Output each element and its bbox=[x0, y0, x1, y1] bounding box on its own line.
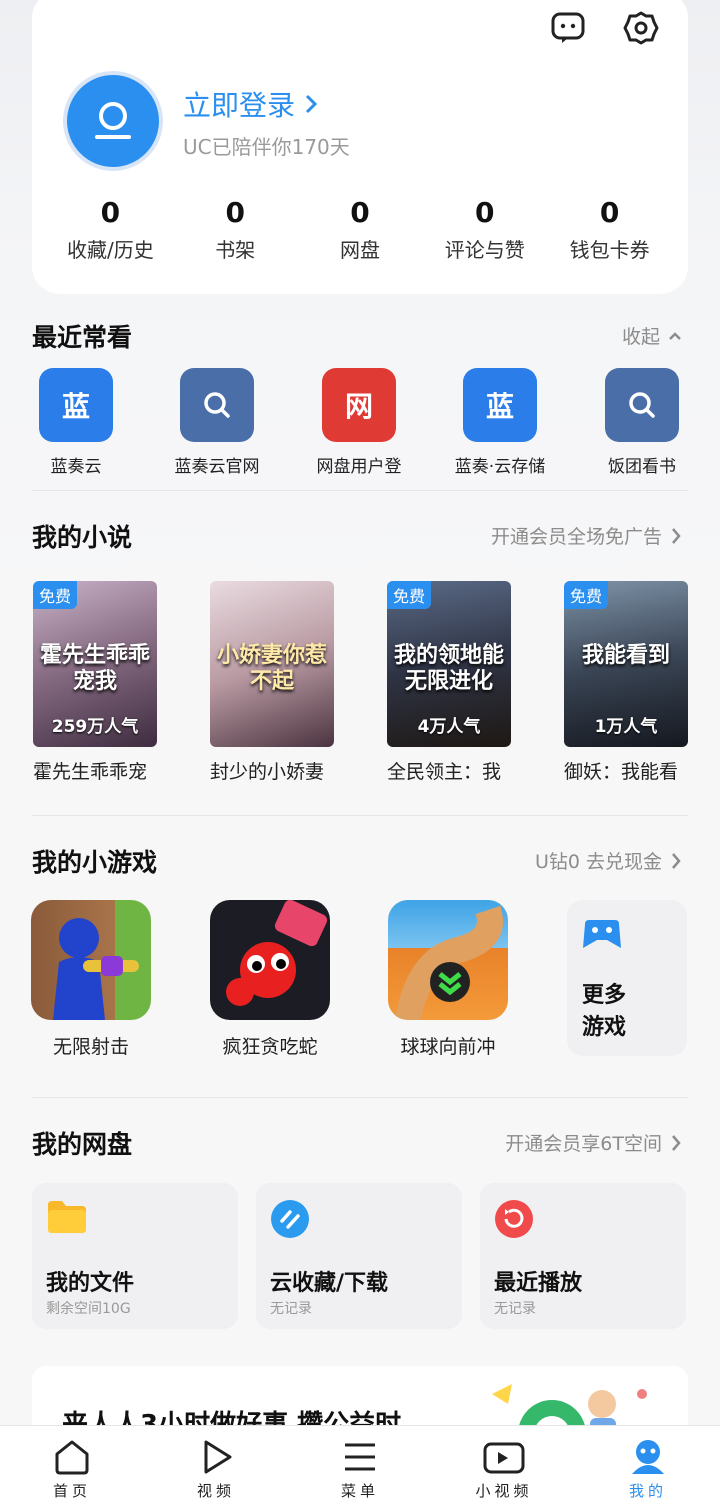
book-cover: 我的领地能无限进化 免费 4万人气 bbox=[387, 581, 511, 747]
novel-item[interactable]: 小娇妻你惹不起 封少的小娇妻 bbox=[210, 581, 334, 784]
nav-short-video[interactable]: 小视频 bbox=[432, 1426, 576, 1509]
stat-comments-likes[interactable]: 0 评论与赞 bbox=[422, 196, 547, 263]
nav-video[interactable]: 视频 bbox=[144, 1426, 288, 1509]
snake-game-icon bbox=[210, 900, 330, 1020]
ball-run-game-icon bbox=[388, 900, 508, 1020]
settings-gear-icon[interactable] bbox=[623, 10, 659, 46]
novel-item[interactable]: 我能看到 免费 1万人气 御妖：我能看 bbox=[564, 581, 688, 784]
vip-no-ads-link[interactable]: 开通会员全场免广告 bbox=[491, 522, 682, 549]
divider bbox=[32, 1097, 688, 1098]
message-icon[interactable] bbox=[550, 10, 586, 46]
free-badge: 免费 bbox=[33, 581, 78, 609]
recent-item-lanzouyun[interactable]: 蓝 蓝奏云 bbox=[6, 368, 146, 477]
netdisk-section-title: 我的网盘 bbox=[32, 1130, 133, 1159]
divider bbox=[32, 815, 688, 816]
companion-days: UC已陪伴你170天 bbox=[183, 135, 350, 159]
redeem-cash-link[interactable]: U钻0 去兑现金 bbox=[535, 847, 682, 874]
book-cover: 我能看到 免费 1万人气 bbox=[564, 581, 688, 747]
games-section-title: 我的小游戏 bbox=[32, 848, 158, 877]
stats-row: 0 收藏/历史 0 书架 0 网盘 0 评论与赞 0 钱包卡券 bbox=[48, 196, 672, 263]
free-badge: 免费 bbox=[564, 581, 609, 609]
stat-wallet-coupons[interactable]: 0 钱包卡券 bbox=[547, 196, 672, 263]
stat-bookshelf[interactable]: 0 书架 bbox=[173, 196, 298, 263]
novel-item[interactable]: 霍先生乖乖宠我 免费 259万人气 霍先生乖乖宠 bbox=[33, 581, 157, 784]
recent-item-lanzouyun-official[interactable]: 蓝奏云官网 bbox=[147, 368, 287, 477]
cloud-favorites-card[interactable]: 云收藏/下载 无记录 bbox=[256, 1183, 462, 1329]
recent-play-card[interactable]: 最近播放 无记录 bbox=[480, 1183, 686, 1329]
recent-item-netdisk-login[interactable]: 网 网盘用户登 bbox=[289, 368, 429, 477]
chevron-up-icon bbox=[669, 331, 681, 340]
stat-favorites-history[interactable]: 0 收藏/历史 bbox=[48, 196, 173, 263]
collapse-button[interactable]: 收起 bbox=[622, 322, 682, 349]
lanzou-icon: 蓝 bbox=[39, 368, 113, 442]
nav-home[interactable]: 首页 bbox=[0, 1426, 144, 1509]
cloud-download-icon bbox=[271, 1200, 309, 1238]
game-item[interactable]: 无限射击 bbox=[31, 900, 151, 1059]
login-link[interactable]: 立即登录 bbox=[183, 84, 319, 124]
novels-section-title: 我的小说 bbox=[32, 523, 133, 552]
recent-item-fantuan[interactable]: 饭团看书 bbox=[572, 368, 712, 477]
login-label: 立即登录 bbox=[183, 89, 296, 122]
my-files-card[interactable]: 我的文件 剩余空间10G bbox=[32, 1183, 238, 1329]
book-cover: 霍先生乖乖宠我 免费 259万人气 bbox=[33, 581, 157, 747]
chevron-right-icon bbox=[672, 1134, 681, 1151]
folder-icon bbox=[48, 1201, 86, 1233]
play-icon bbox=[204, 1440, 232, 1474]
book-cover: 小娇妻你惹不起 bbox=[210, 581, 334, 747]
home-icon bbox=[55, 1440, 89, 1475]
video-camera-icon bbox=[483, 1442, 525, 1474]
profile-icon bbox=[632, 1440, 664, 1474]
recent-item-lanzou-storage[interactable]: 蓝 蓝奏·云存储 bbox=[430, 368, 570, 477]
recent-section-title: 最近常看 bbox=[32, 323, 133, 352]
nav-mine[interactable]: 我的 bbox=[576, 1426, 720, 1509]
wangpan-icon: 网 bbox=[322, 368, 396, 442]
free-badge: 免费 bbox=[387, 581, 432, 609]
avatar[interactable] bbox=[63, 71, 163, 171]
vip-6t-link[interactable]: 开通会员享6T空间 bbox=[505, 1129, 682, 1156]
game-item[interactable]: 疯狂贪吃蛇 bbox=[210, 900, 330, 1059]
chevron-right-icon bbox=[305, 94, 318, 114]
shooter-game-icon bbox=[31, 900, 151, 1020]
stat-netdisk[interactable]: 0 网盘 bbox=[298, 196, 423, 263]
more-games-card[interactable]: 更多 游戏 bbox=[567, 900, 687, 1056]
lanzou-icon: 蓝 bbox=[463, 368, 537, 442]
novel-item[interactable]: 我的领地能无限进化 免费 4万人气 全民领主：我 bbox=[387, 581, 511, 784]
gamepad-icon bbox=[583, 920, 621, 948]
search-icon bbox=[180, 368, 254, 442]
history-play-icon bbox=[495, 1200, 533, 1238]
game-item[interactable]: 球球向前冲 bbox=[388, 900, 508, 1059]
user-icon bbox=[95, 102, 131, 139]
chevron-right-icon bbox=[672, 852, 681, 869]
bottom-nav: 首页 视频 菜单 小视频 我的 bbox=[0, 1425, 720, 1509]
nav-menu[interactable]: 菜单 bbox=[288, 1426, 432, 1509]
divider bbox=[32, 490, 688, 491]
menu-icon bbox=[345, 1443, 375, 1471]
search-icon bbox=[605, 368, 679, 442]
chevron-right-icon bbox=[672, 527, 681, 544]
